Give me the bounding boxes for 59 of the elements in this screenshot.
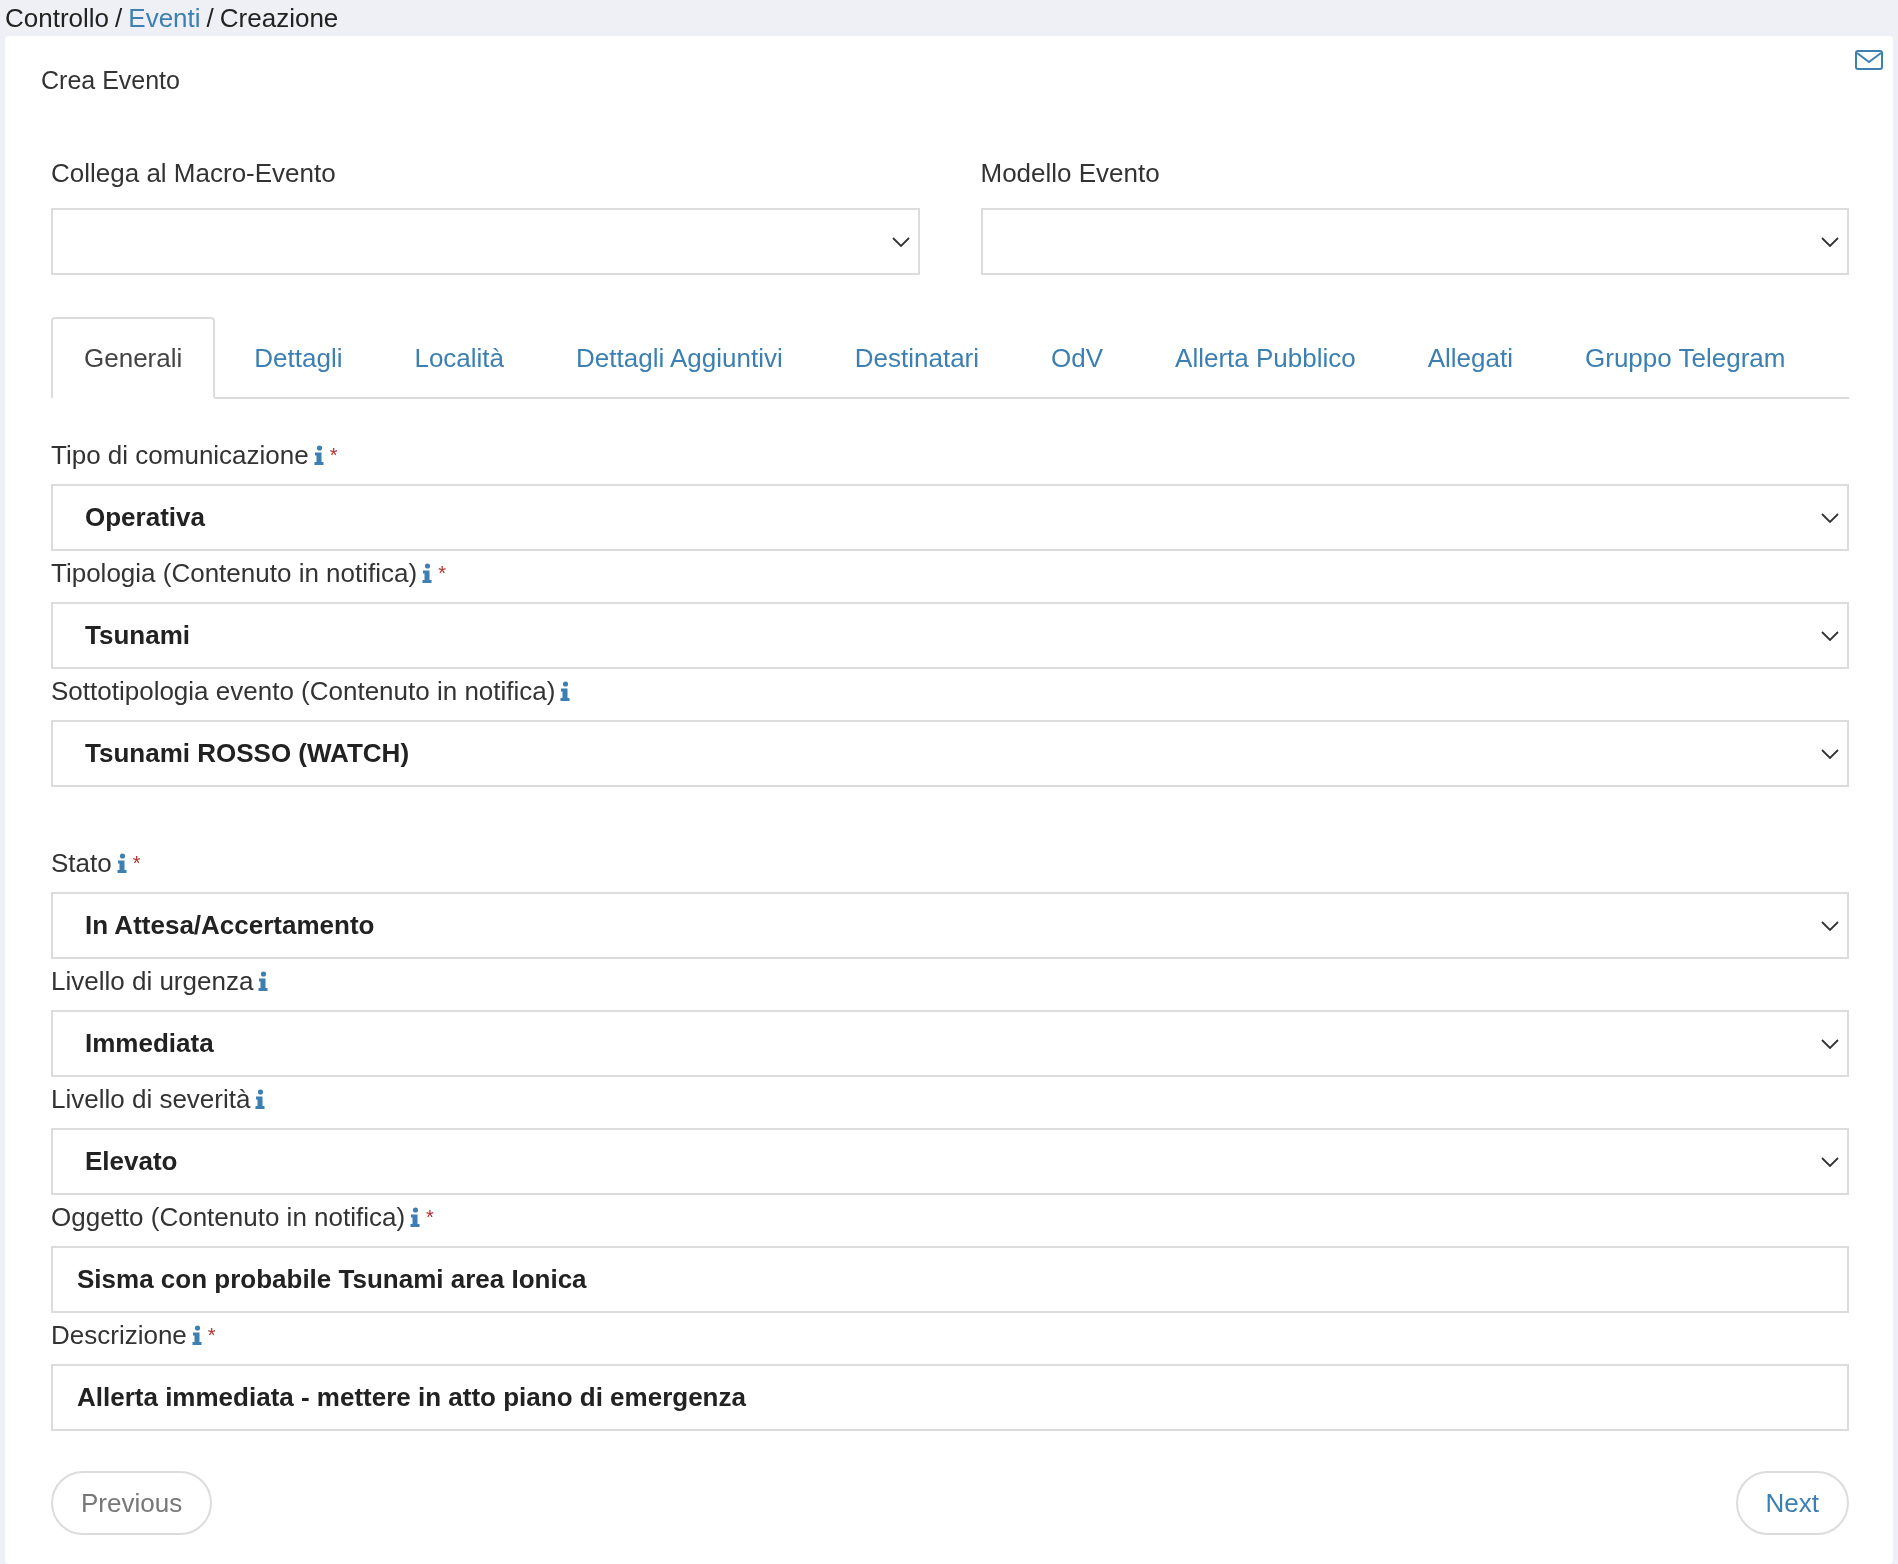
required-asterisk: * [207, 1323, 216, 1347]
chevron-down-icon [1821, 512, 1839, 523]
required-asterisk: * [438, 561, 446, 585]
field-label: Stato [51, 847, 112, 879]
select-field[interactable]: In Attesa/Accertamento [51, 892, 1849, 959]
info-icon[interactable] [191, 1325, 202, 1345]
select-field[interactable]: Immediata [51, 1010, 1849, 1077]
tab[interactable]: Località [381, 317, 538, 399]
field-label: Livello di urgenza [51, 965, 254, 997]
tab[interactable]: Destinatari [821, 317, 1013, 399]
chevron-down-icon [891, 236, 910, 247]
info-icon[interactable] [258, 971, 269, 991]
info-icon[interactable] [560, 681, 571, 701]
chevron-down-icon [1821, 1156, 1839, 1167]
tab[interactable]: Allerta Pubblico [1142, 317, 1389, 399]
field-label: Livello di severità [51, 1083, 251, 1115]
breadcrumb-separator: / [115, 2, 123, 34]
tab[interactable]: Dettagli [221, 317, 376, 399]
info-icon[interactable] [255, 1089, 266, 1109]
required-asterisk: * [329, 443, 338, 467]
chevron-down-icon [1821, 920, 1839, 931]
envelope-icon[interactable] [1855, 50, 1883, 70]
field-label: Sottotipologia evento (Contenuto in notifica) [51, 675, 556, 707]
chevron-down-icon [1821, 748, 1839, 759]
chevron-down-icon [1821, 1038, 1839, 1049]
info-icon[interactable] [313, 445, 324, 465]
select-field[interactable]: Tsunami [51, 602, 1849, 669]
select-field[interactable] [980, 208, 1849, 275]
field-label: Modello Evento [980, 158, 1161, 188]
select-field[interactable] [51, 208, 920, 275]
breadcrumb-item: Controllo [5, 2, 110, 34]
breadcrumb-item: Creazione [219, 2, 339, 34]
field-label: Tipologia (Contenuto in notifica) [51, 557, 418, 589]
breadcrumb-link[interactable]: Eventi [128, 2, 201, 34]
chevron-down-icon [1821, 236, 1839, 247]
field-label: Oggetto (Contenuto in notifica) [51, 1201, 406, 1233]
select-field[interactable]: Tsunami ROSSO (WATCH) [51, 720, 1849, 787]
input-field[interactable]: Sisma con probabile Tsunami area Ionica [51, 1246, 1849, 1313]
info-icon[interactable] [422, 563, 433, 583]
tab[interactable]: Gruppo Telegram [1552, 317, 1819, 399]
breadcrumb-separator: / [206, 2, 214, 34]
info-icon[interactable] [410, 1207, 421, 1227]
chevron-down-icon [1821, 630, 1839, 641]
input-field[interactable]: Allerta immediata - mettere in atto piano di emergenza [51, 1364, 1849, 1431]
required-asterisk: * [426, 1205, 434, 1229]
next-button[interactable]: Next [1735, 1471, 1849, 1535]
tab[interactable]: Allegati [1394, 317, 1546, 399]
field-label: Collega al Macro-Evento [51, 158, 337, 188]
card-title: Crea Evento [41, 66, 180, 95]
tab[interactable]: OdV [1018, 317, 1137, 399]
tab[interactable]: Dettagli Aggiuntivi [543, 317, 816, 399]
select-field[interactable]: Elevato [51, 1128, 1849, 1195]
previous-button[interactable]: Previous [51, 1471, 213, 1535]
field-label: Tipo di comunicazione [51, 439, 309, 471]
info-icon[interactable] [116, 853, 127, 873]
tab[interactable]: Generali [51, 317, 216, 399]
required-asterisk: * [132, 851, 141, 875]
field-label: Descrizione [51, 1319, 187, 1351]
select-field[interactable]: Operativa [51, 484, 1849, 551]
